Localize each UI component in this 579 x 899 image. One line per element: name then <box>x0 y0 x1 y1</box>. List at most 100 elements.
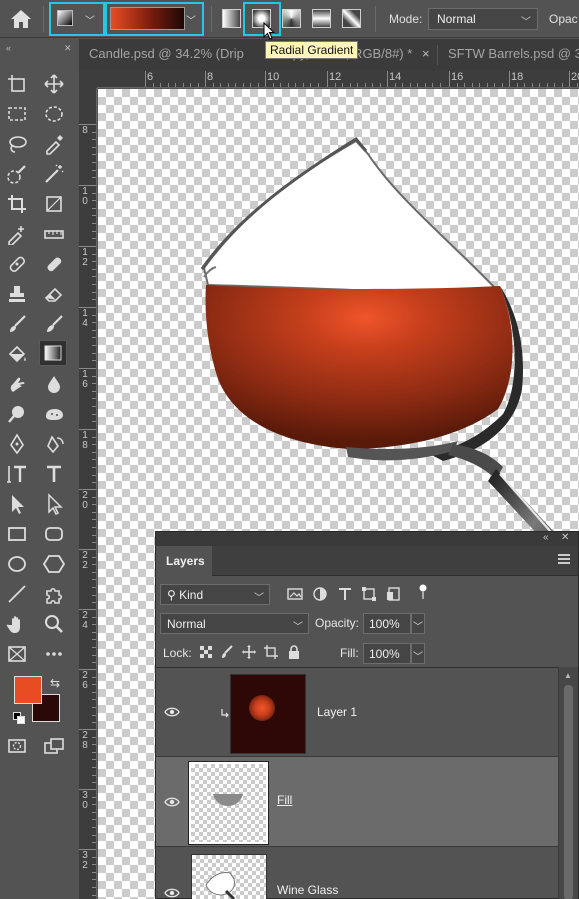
fill-chevron-icon[interactable]: ﹀ <box>411 643 425 664</box>
panel-close-icon[interactable]: ✕ <box>64 43 72 54</box>
foreground-color-swatch[interactable] <box>14 676 42 704</box>
panel-menu-icon[interactable] <box>558 554 570 566</box>
blur-tool[interactable] <box>40 371 68 397</box>
linear-gradient-button[interactable] <box>222 9 241 28</box>
ellipse-tool[interactable] <box>3 551 31 577</box>
lock-pixels-icon[interactable] <box>220 645 234 659</box>
ruler-tool[interactable] <box>40 221 68 247</box>
crop-tool[interactable] <box>3 191 31 217</box>
rounded-rectangle-tool[interactable] <box>40 521 68 547</box>
filter-pixel-icon[interactable] <box>287 586 303 602</box>
paint-bucket-tool[interactable] <box>3 341 31 367</box>
rectangle-tool[interactable] <box>3 521 31 547</box>
edit-toolbar-button[interactable] <box>3 641 31 667</box>
layer-row-wine-glass[interactable]: Wine Glass <box>156 847 558 899</box>
layer-name[interactable]: Fill <box>277 793 292 807</box>
layers-scrollbar[interactable]: ▲ <box>558 667 578 899</box>
lock-all-icon[interactable] <box>287 645 301 659</box>
elliptical-marquee-tool[interactable] <box>40 101 68 127</box>
sponge-tool[interactable] <box>40 401 68 427</box>
rectangular-marquee-tool[interactable] <box>3 101 31 127</box>
vertical-type-tool[interactable] <box>3 461 31 487</box>
gradient-tool[interactable] <box>39 340 67 366</box>
default-colors-icon[interactable] <box>13 712 25 724</box>
eye-icon[interactable] <box>164 796 180 808</box>
ruler-minor-tick <box>272 83 274 87</box>
pen-tool[interactable] <box>3 431 31 457</box>
eyedropper-tool[interactable] <box>40 131 68 157</box>
opacity-chevron-icon[interactable]: ﹀ <box>411 613 425 634</box>
color-sampler-tool[interactable] <box>3 221 31 247</box>
mode-select[interactable]: Normal ﹀ <box>428 8 538 30</box>
vertical-ruler[interactable]: 8 1 0 1 2 1 4 1 6 1 8 2 0 2 2 2 4 2 6 2 8 3 0 3 2 <box>79 88 97 899</box>
ruler-minor-tick <box>334 83 336 87</box>
chevron-down-icon[interactable]: ﹀ <box>186 12 196 27</box>
quick-mask-button[interactable] <box>3 733 31 759</box>
hand-tool[interactable] <box>3 611 31 637</box>
frame-tool[interactable] <box>40 191 68 217</box>
spot-healing-tool[interactable] <box>3 251 31 277</box>
ruler-minor-tick <box>92 864 96 866</box>
ruler-label: 3 2 <box>82 850 88 871</box>
dodge-tool[interactable] <box>3 401 31 427</box>
fill-input[interactable]: 100% <box>363 643 411 664</box>
angle-gradient-button[interactable] <box>282 9 301 28</box>
brush-tool[interactable] <box>40 311 68 337</box>
scrollbar-thumb[interactable] <box>564 685 573 899</box>
filter-adjustment-icon[interactable] <box>312 586 328 602</box>
reflected-gradient-button[interactable] <box>312 9 331 28</box>
curvature-pen-tool[interactable] <box>40 431 68 457</box>
lock-transparent-icon[interactable] <box>199 645 213 659</box>
zoom-tool[interactable] <box>40 611 68 637</box>
panel-collapse-icon[interactable]: « <box>6 43 11 53</box>
opacity-input[interactable]: 100% <box>363 613 411 634</box>
horizontal-ruler[interactable]: 6 8 10 12 14 16 18 20 <box>97 71 579 88</box>
patch-tool[interactable] <box>40 251 68 277</box>
tool-preset-picker[interactable] <box>57 10 73 26</box>
move-tool[interactable] <box>40 71 68 97</box>
screen-mode-button[interactable] <box>40 733 68 759</box>
direct-selection-tool[interactable] <box>40 491 68 517</box>
filter-toggle-icon[interactable] <box>419 584 427 600</box>
close-icon[interactable]: × <box>422 46 430 61</box>
lock-position-icon[interactable] <box>242 645 256 659</box>
smudge-tool[interactable] <box>3 371 31 397</box>
layer-row-fill[interactable]: Fill <box>156 757 558 847</box>
polygon-tool[interactable] <box>40 551 68 577</box>
filter-smart-object-icon[interactable] <box>385 586 401 602</box>
lock-artboard-icon[interactable] <box>264 645 278 659</box>
swap-colors-icon[interactable]: ⇆ <box>50 676 60 690</box>
layer-name[interactable]: Layer 1 <box>317 705 357 719</box>
eye-icon[interactable] <box>164 887 180 899</box>
chevron-down-icon[interactable]: ﹀ <box>85 12 95 27</box>
mixer-brush-tool[interactable] <box>3 311 31 337</box>
more-tools-button[interactable] <box>40 641 68 667</box>
quick-selection-tool[interactable] <box>3 161 31 187</box>
tab-candle[interactable]: Candle.psd @ 34.2% (Drip <box>79 39 266 71</box>
tab-sftw-barrels[interactable]: SFTW Barrels.psd @ 3 <box>438 39 579 71</box>
custom-shape-tool[interactable] <box>40 581 68 607</box>
tab-layers[interactable]: Layers <box>156 546 212 576</box>
diamond-gradient-button[interactable] <box>342 9 361 28</box>
collapse-panel-icon[interactable]: « <box>543 532 549 543</box>
eye-icon[interactable] <box>164 706 180 718</box>
filter-shape-icon[interactable] <box>361 586 377 602</box>
home-icon[interactable] <box>8 7 34 31</box>
layer-row-layer-1[interactable]: Layer 1 <box>156 668 558 757</box>
close-panel-icon[interactable]: ✕ <box>561 532 569 543</box>
magic-wand-tool[interactable] <box>40 161 68 187</box>
line-tool[interactable] <box>3 581 31 607</box>
filter-type-icon[interactable] <box>337 586 353 602</box>
layer-filter-select[interactable]: ⚲ Kind ﹀ <box>160 584 270 605</box>
pen-icon <box>10 433 24 455</box>
path-selection-tool[interactable] <box>3 491 31 517</box>
blend-mode-select[interactable]: Normal ﹀ <box>160 613 309 634</box>
scroll-up-icon[interactable]: ▲ <box>564 671 572 680</box>
type-tool[interactable] <box>40 461 68 487</box>
layer-name[interactable]: Wine Glass <box>277 883 338 897</box>
gradient-editor-swatch[interactable] <box>110 7 185 30</box>
lasso-tool[interactable] <box>3 131 31 157</box>
eraser-tool[interactable] <box>40 281 68 307</box>
clone-stamp-tool[interactable] <box>3 281 31 307</box>
move-artboard-tool[interactable] <box>3 71 31 97</box>
